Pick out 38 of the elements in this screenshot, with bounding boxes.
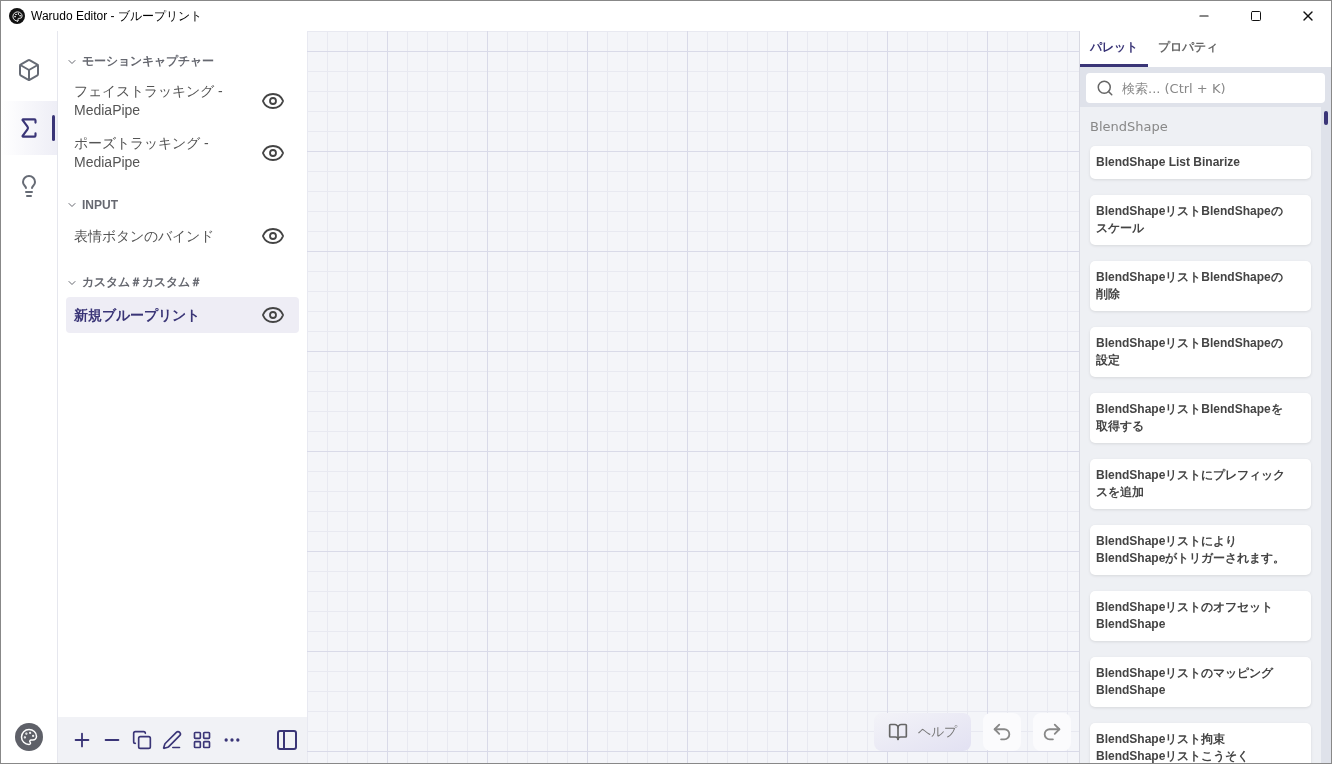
group-header[interactable]: INPUT	[66, 194, 299, 218]
node-card[interactable]: BlendShapeリストのマッピング BlendShape	[1090, 657, 1311, 707]
group-header[interactable]: カスタム＃カスタム＃	[66, 270, 299, 297]
search-field[interactable]: 検索... (Ctrl + K)	[1086, 73, 1325, 103]
node-card[interactable]: BlendShapeリストBlendShapeの スケール	[1090, 195, 1311, 245]
app-logo-icon	[9, 8, 25, 24]
node-card[interactable]: BlendShapeリストにプレフィック スを追加	[1090, 459, 1311, 509]
scrollbar-thumb[interactable]	[1324, 111, 1328, 125]
blueprint-item[interactable]: フェイストラッキング - MediaPipe	[66, 76, 299, 126]
blueprint-item[interactable]: 新規ブループリント	[66, 297, 299, 333]
panel-tab[interactable]: パレット	[1080, 31, 1148, 67]
palette-logo-icon[interactable]	[15, 723, 43, 751]
duplicate-icon[interactable]	[130, 728, 154, 752]
node-card[interactable]: BlendShapeリスト拘束 BlendShapeリストこうそく	[1090, 723, 1311, 763]
node-card[interactable]: BlendShapeリストにより BlendShapeがトリガーされます。	[1090, 525, 1311, 575]
cube-icon	[17, 58, 41, 82]
panel-toggle-icon[interactable]	[275, 728, 299, 752]
window-title: Warudo Editor - ブループリント	[31, 7, 203, 25]
redo-icon	[1041, 721, 1063, 743]
blueprint-item[interactable]: 表情ボタンのバインド	[66, 218, 299, 254]
help-button[interactable]: ヘルプ	[874, 713, 971, 751]
edit-icon[interactable]	[160, 728, 184, 752]
node-card[interactable]: BlendShape List Binarize	[1090, 146, 1311, 179]
panel-tab[interactable]: プロパティ	[1148, 31, 1228, 67]
book-icon	[888, 722, 908, 742]
node-card[interactable]: BlendShapeリストのオフセット BlendShape	[1090, 591, 1311, 641]
undo-button[interactable]	[983, 713, 1021, 751]
undo-icon	[991, 721, 1013, 743]
search-icon	[1096, 79, 1114, 97]
node-card[interactable]: BlendShapeリストBlendShapeの 設定	[1090, 327, 1311, 377]
category-label: BlendShape	[1090, 119, 1169, 134]
redo-button[interactable]	[1033, 713, 1071, 751]
group-header[interactable]: モーションキャプチャー	[66, 49, 299, 76]
blueprint-item[interactable]: ポーズトラッキング - MediaPipe	[66, 128, 299, 178]
blueprint-canvas[interactable]: ヘルプ	[307, 31, 1079, 763]
maximize-icon	[1250, 10, 1262, 22]
node-card[interactable]: BlendShapeリストBlendShapeを 取得する	[1090, 393, 1311, 443]
node-card[interactable]: BlendShapeリストBlendShapeの 削除	[1090, 261, 1311, 311]
